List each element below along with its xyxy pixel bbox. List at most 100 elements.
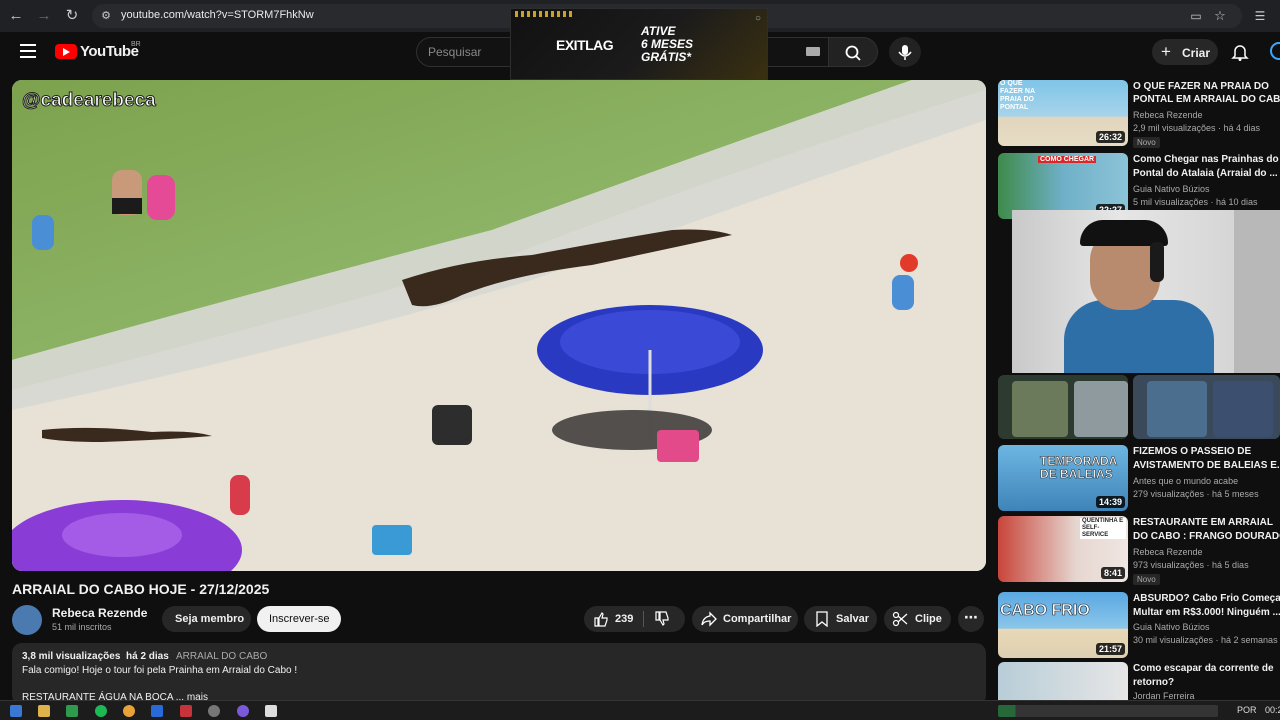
url-text[interactable]: youtube.com/watch?v=STORM7FhkNw: [121, 9, 314, 21]
recommended-channel[interactable]: Antes que o mundo acabe: [1133, 476, 1280, 486]
ad-close-icon[interactable]: ○: [755, 13, 761, 24]
webcam-headset: [1150, 242, 1164, 282]
ad-line-3: GRÁTIS*: [641, 50, 692, 64]
notifications-bell-icon[interactable]: [1230, 42, 1250, 67]
youtube-logo-text[interactable]: YouTube: [80, 43, 139, 60]
exitlag-ad-banner[interactable]: EXITLAG ATIVE 6 MESES GRÁTIS* ○: [510, 8, 768, 80]
thumbnail-text: O QUE FAZER NA PRAIA DO PONTAL: [1000, 80, 1035, 111]
thumbs-down-icon: [655, 611, 669, 626]
subscribe-label: Inscrever-se: [269, 613, 330, 625]
search-placeholder: Pesquisar: [428, 45, 482, 59]
ad-brand: EXITLAG: [556, 37, 614, 53]
webcam-overlay: [1012, 210, 1280, 373]
thumbnail-text: COMO CHEGAR: [1038, 156, 1097, 163]
recommended-channel[interactable]: Guia Nativo Búzios: [1133, 184, 1280, 194]
video-player[interactable]: @cadearebeca: [12, 80, 986, 571]
clock[interactable]: 00:2: [1265, 705, 1280, 715]
recommended-thumbnail[interactable]: [998, 662, 1128, 700]
chrome-icon[interactable]: [123, 705, 135, 717]
youtube-logo-icon[interactable]: [55, 44, 77, 59]
video-overlay-handle: @cadearebeca: [22, 90, 157, 112]
recommended-title-line-2[interactable]: PONTAL EM ARRAIAL DO CABO: [1133, 93, 1280, 107]
reload-icon[interactable]: ↻: [64, 8, 80, 24]
join-membership-button[interactable]: Seja membro: [162, 606, 251, 632]
more-actions-button[interactable]: ⋯: [958, 606, 984, 632]
file-explorer-icon[interactable]: [38, 705, 50, 717]
recommended-meta: 279 visualizações · há 5 meses: [1133, 489, 1259, 499]
subscribe-button[interactable]: Inscrever-se: [257, 606, 341, 632]
new-badge: Novo: [1133, 574, 1160, 585]
recommended-thumbnail[interactable]: CABO FRIO 21:57: [998, 592, 1128, 658]
back-arrow-icon[interactable]: ←: [8, 8, 24, 24]
recommended-title-line-2[interactable]: retorno?: [1133, 676, 1280, 690]
recommended-thumbnail[interactable]: QUENTINHA E SELF-SERVICE 8:41: [998, 516, 1128, 582]
windows-taskbar: POR 00:2: [0, 700, 1280, 720]
clip-button[interactable]: Clipe: [884, 606, 951, 632]
hamburger-menu-icon[interactable]: [20, 44, 36, 58]
share-button[interactable]: Compartilhar: [692, 606, 798, 632]
recommended-channel[interactable]: Rebeca Rezende: [1133, 110, 1280, 120]
recommended-title-line-1[interactable]: Como escapar da corrente de: [1133, 662, 1280, 676]
recommended-title-line-1[interactable]: Como Chegar nas Prainhas do: [1133, 153, 1280, 167]
recommended-thumbnail[interactable]: TEMPORADA DE BALEIAS 14:39: [998, 445, 1128, 511]
cast-icon[interactable]: ▭: [1188, 8, 1204, 24]
bookmark-star-icon[interactable]: ☆: [1212, 8, 1228, 24]
create-label: Criar: [1182, 46, 1211, 60]
video-title: ARRAIAL DO CABO HOJE - 27/12/2025: [12, 581, 270, 597]
recommended-thumbnail-wide[interactable]: [1133, 375, 1280, 439]
recommended-title-line-1[interactable]: ABSURDO? Cabo Frio Começa: [1133, 592, 1280, 606]
system-tray-icons[interactable]: [998, 705, 1218, 717]
app-icon[interactable]: [151, 705, 163, 717]
subscriber-count: 51 mil inscritos: [52, 622, 112, 632]
plus-icon: +: [1161, 42, 1171, 61]
recommended-title-line-2[interactable]: Pontal do Atalaia (Arraial do ...: [1133, 167, 1280, 181]
recommended-meta: 5 mil visualizações · há 10 dias: [1133, 197, 1258, 207]
browser-menu-icon[interactable]: ☰: [1252, 8, 1268, 24]
recommended-channel[interactable]: Guia Nativo Búzios: [1133, 622, 1280, 632]
recommended-thumbnail[interactable]: [998, 375, 1128, 439]
like-button[interactable]: [593, 611, 609, 630]
obs-icon[interactable]: [208, 705, 220, 717]
windows-start-icon[interactable]: [10, 705, 22, 717]
share-arrow-icon: [700, 611, 718, 630]
app-icon[interactable]: [265, 705, 277, 717]
microphone-icon: [898, 45, 912, 60]
voice-search-button[interactable]: [889, 37, 921, 67]
recommended-title-line-2[interactable]: DO CABO : FRANGO DOURADO...: [1133, 530, 1280, 544]
app-icon[interactable]: [66, 705, 78, 717]
channel-name[interactable]: Rebeca Rezende: [52, 606, 147, 620]
site-settings-icon[interactable]: ⚙: [98, 8, 114, 24]
thumbnail-tile: [1074, 381, 1128, 437]
recommended-meta: 30 mil visualizações · há 2 semanas: [1133, 635, 1278, 645]
recommended-title-line-1[interactable]: FIZEMOS O PASSEIO DE: [1133, 445, 1280, 459]
channel-avatar[interactable]: [12, 605, 42, 635]
app-icon[interactable]: [180, 705, 192, 717]
search-button[interactable]: [828, 37, 878, 67]
video-duration: 14:39: [1095, 496, 1125, 508]
recommended-title-line-2[interactable]: Multar em R$3.000! Ninguém ...: [1133, 606, 1280, 620]
forward-arrow-icon[interactable]: →: [36, 8, 52, 24]
clip-label: Clipe: [915, 613, 942, 625]
recommended-title-line-2[interactable]: AVISTAMENTO DE BALEIAS E...: [1133, 459, 1280, 473]
input-language[interactable]: POR: [1237, 705, 1257, 715]
dislike-button[interactable]: [654, 611, 670, 630]
join-label: Seja membro: [175, 613, 245, 625]
save-button[interactable]: Salvar: [804, 606, 877, 632]
discord-icon[interactable]: [237, 705, 249, 717]
recommended-thumbnail[interactable]: O QUE FAZER NA PRAIA DO PONTAL 26:32: [998, 80, 1128, 146]
webcam-background-curtain: [1234, 210, 1280, 373]
post-date: há 2 dias: [126, 651, 169, 662]
thumbnail-tile: [1012, 381, 1068, 437]
recommended-channel[interactable]: Rebeca Rezende: [1133, 547, 1280, 557]
spotify-icon[interactable]: [95, 705, 107, 717]
recommended-title-line-1[interactable]: RESTAURANTE EM ARRAIAL: [1133, 516, 1280, 530]
thumbnail-text: TEMPORADA DE BALEIAS: [1040, 454, 1117, 481]
scissors-icon: [892, 611, 908, 630]
recommended-title-line-1[interactable]: O QUE FAZER NA PRAIA DO: [1133, 80, 1280, 94]
location-tag[interactable]: ARRAIAL DO CABO: [176, 651, 267, 662]
description-box[interactable]: 3,8 mil visualizações há 2 dias ARRAIAL …: [12, 643, 986, 705]
keyboard-icon[interactable]: [806, 47, 820, 56]
thumbnail-text: QUENTINHA E SELF-SERVICE: [1080, 518, 1126, 539]
create-button[interactable]: + Criar: [1152, 39, 1218, 65]
like-count[interactable]: 239: [615, 613, 633, 625]
